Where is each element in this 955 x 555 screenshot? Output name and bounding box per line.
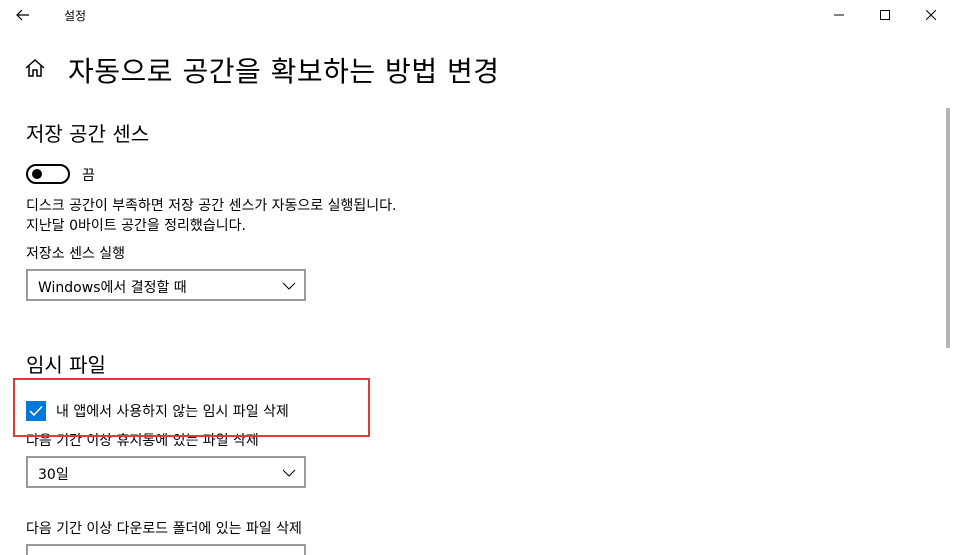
downloads-folder-dropdown[interactable]	[26, 544, 306, 555]
page-title: 자동으로 공간을 확보하는 방법 변경	[68, 55, 500, 88]
arrow-left-icon	[16, 9, 29, 21]
section-title-temp-files: 임시 파일	[26, 353, 106, 377]
storage-sense-cleaned-summary: 지난달 0바이트 공간을 정리했습니다.	[26, 218, 246, 234]
downloads-folder-label: 다음 기간 이상 다운로드 폴더에 있는 파일 삭제	[26, 521, 302, 537]
maximize-button[interactable]	[862, 0, 908, 30]
toggle-state-label: 끔	[82, 168, 95, 184]
dropdown-selected-value: Windows에서 결정할 때	[38, 280, 187, 296]
home-icon[interactable]	[24, 57, 46, 79]
maximize-icon	[880, 10, 890, 20]
chevron-down-icon	[282, 469, 296, 477]
title-bar: 설정	[0, 0, 955, 30]
run-storage-sense-dropdown[interactable]: Windows에서 결정할 때	[26, 269, 306, 301]
chevron-down-icon	[282, 282, 296, 290]
dropdown-selected-value: 30일	[38, 467, 69, 483]
page-header: 자동으로 공간을 확보하는 방법 변경	[0, 45, 940, 95]
close-button[interactable]	[908, 0, 954, 30]
highlight-annotation	[13, 378, 370, 437]
close-icon	[926, 10, 936, 20]
storage-sense-description: 디스크 공간이 부족하면 저장 공간 센스가 자동으로 실행됩니다.	[26, 198, 397, 214]
scrollbar-thumb[interactable]	[946, 108, 950, 348]
section-title-storage-sense: 저장 공간 센스	[26, 122, 150, 146]
minimize-button[interactable]	[816, 0, 862, 30]
app-title: 설정	[64, 9, 87, 23]
recycle-bin-dropdown[interactable]: 30일	[26, 456, 306, 488]
storage-sense-toggle[interactable]	[26, 164, 70, 184]
run-storage-sense-label: 저장소 센스 실행	[26, 246, 126, 262]
minimize-icon	[834, 14, 844, 16]
back-button[interactable]	[0, 0, 46, 30]
toggle-knob	[32, 169, 42, 179]
